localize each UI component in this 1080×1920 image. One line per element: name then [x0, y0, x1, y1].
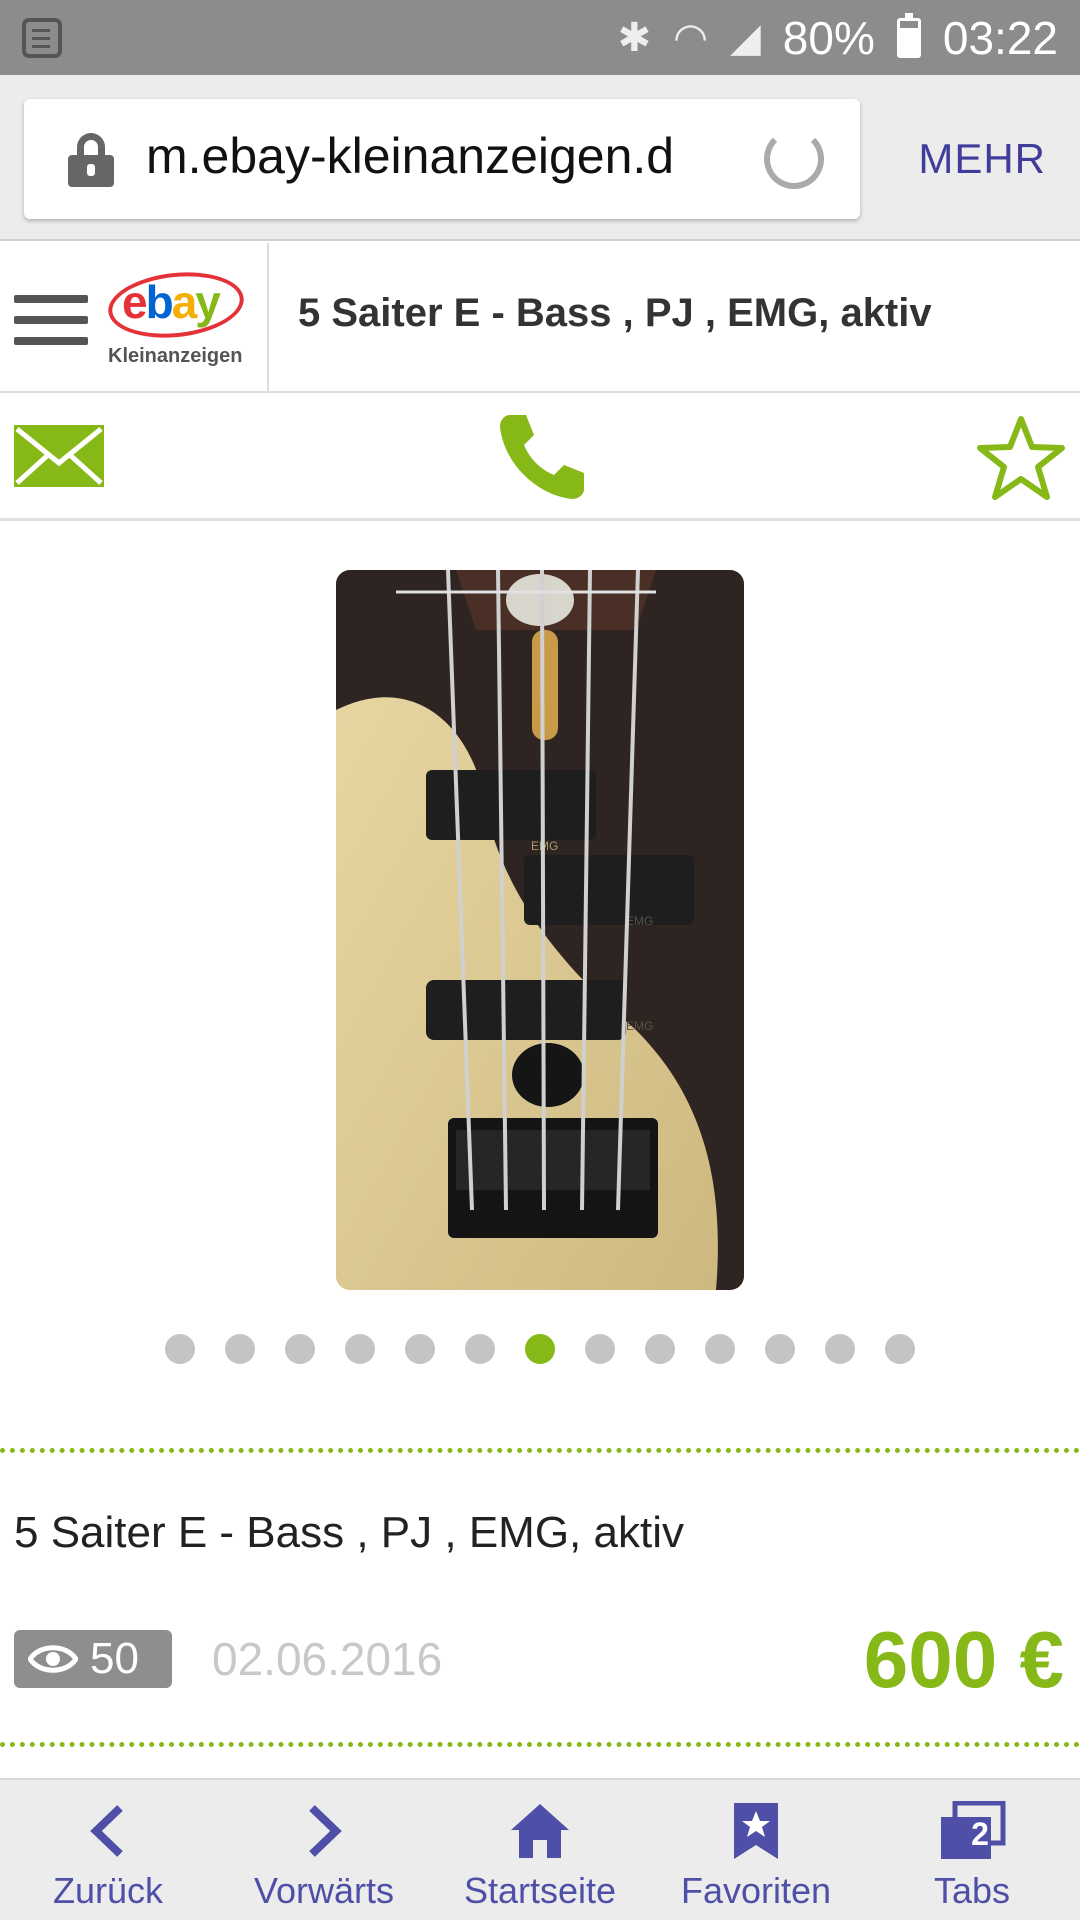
lock-icon [68, 133, 114, 187]
url-text[interactable]: m.ebay-kleinanzeigen.d [146, 127, 746, 185]
notification-icon [22, 18, 62, 58]
gallery-dot-active[interactable] [525, 1334, 555, 1364]
eye-icon [28, 1645, 78, 1673]
view-count-badge: 50 [14, 1630, 172, 1688]
gallery-dot[interactable] [165, 1334, 195, 1364]
mail-icon[interactable] [14, 425, 104, 487]
gallery-dot[interactable] [645, 1334, 675, 1364]
gallery-dot[interactable] [585, 1334, 615, 1364]
clock: 03:22 [942, 12, 1058, 64]
listing-photo[interactable]: EMG EMG EMG [336, 570, 744, 1290]
phone-icon[interactable] [496, 411, 588, 501]
home-button[interactable]: Startseite [432, 1780, 648, 1920]
favorite-star-icon[interactable] [976, 415, 1066, 501]
gallery-dot[interactable] [465, 1334, 495, 1364]
tabs-button[interactable]: 2 Tabs [864, 1780, 1080, 1920]
home-label: Startseite [463, 1870, 617, 1911]
divider [0, 1448, 1080, 1453]
bluetooth-icon: ✱ [617, 16, 652, 60]
action-bar [0, 395, 1080, 521]
favorites-label: Favoriten [680, 1870, 832, 1911]
back-button[interactable]: Zurück [0, 1780, 216, 1920]
gallery-dot[interactable] [705, 1334, 735, 1364]
tabs-label: Tabs [933, 1870, 1011, 1911]
gallery-dot[interactable] [345, 1334, 375, 1364]
wifi-icon: ◠ [673, 16, 709, 60]
gallery-dot[interactable] [405, 1334, 435, 1364]
header-divider [267, 243, 269, 393]
url-bar[interactable]: m.ebay-kleinanzeigen.d [24, 99, 860, 219]
gallery-dot[interactable] [765, 1334, 795, 1364]
listing-title: 5 Saiter E - Bass , PJ , EMG, aktiv [14, 1508, 684, 1557]
logo-subtext: Kleinanzeigen [108, 345, 243, 367]
bookmark-star-icon [734, 1803, 778, 1859]
menu-icon[interactable] [14, 295, 88, 347]
divider [0, 1742, 1080, 1747]
signal-icon: ◢ [730, 16, 761, 60]
browser-toolbar: m.ebay-kleinanzeigen.d MEHR [0, 75, 1080, 241]
view-count: 50 [90, 1634, 139, 1683]
home-icon [511, 1804, 569, 1858]
reload-icon[interactable] [764, 129, 824, 189]
gallery-dot[interactable] [285, 1334, 315, 1364]
status-icons: ✱ ◠ ◢ 80% 03:22 [618, 12, 1058, 64]
pickup-label: EMG [626, 1019, 653, 1033]
price: 600 € [863, 1615, 1064, 1704]
battery-icon [896, 13, 921, 58]
more-button[interactable]: MEHR [918, 135, 1046, 183]
favorites-button[interactable]: Favoriten [648, 1780, 864, 1920]
ebay-logo[interactable]: ebay Kleinanzeigen [104, 265, 247, 375]
browser-bottom-nav: Zurück Vorwärts Startseite Favoriten 2 T… [0, 1778, 1080, 1920]
gallery-dot[interactable] [825, 1334, 855, 1364]
chevron-right-icon [309, 1805, 342, 1857]
back-label: Zurück [52, 1870, 164, 1911]
page-title: 5 Saiter E - Bass , PJ , EMG, aktiv [298, 291, 932, 335]
status-bar: ✱ ◠ ◢ 80% 03:22 [0, 0, 1080, 75]
gallery-dot[interactable] [885, 1334, 915, 1364]
battery-percent: 80% [782, 12, 875, 64]
posted-date: 02.06.2016 [212, 1633, 443, 1685]
pickup-label: EMG [626, 914, 653, 928]
image-gallery[interactable]: EMG EMG EMG [0, 524, 1080, 1424]
forward-button[interactable]: Vorwärts [216, 1780, 432, 1920]
gallery-dot[interactable] [225, 1334, 255, 1364]
gallery-pagination [0, 1334, 1080, 1364]
tabs-count: 2 [971, 1816, 989, 1852]
site-header: ebay Kleinanzeigen 5 Saiter E - Bass , P… [0, 243, 1080, 393]
forward-label: Vorwärts [253, 1870, 395, 1911]
chevron-left-icon [90, 1805, 123, 1857]
